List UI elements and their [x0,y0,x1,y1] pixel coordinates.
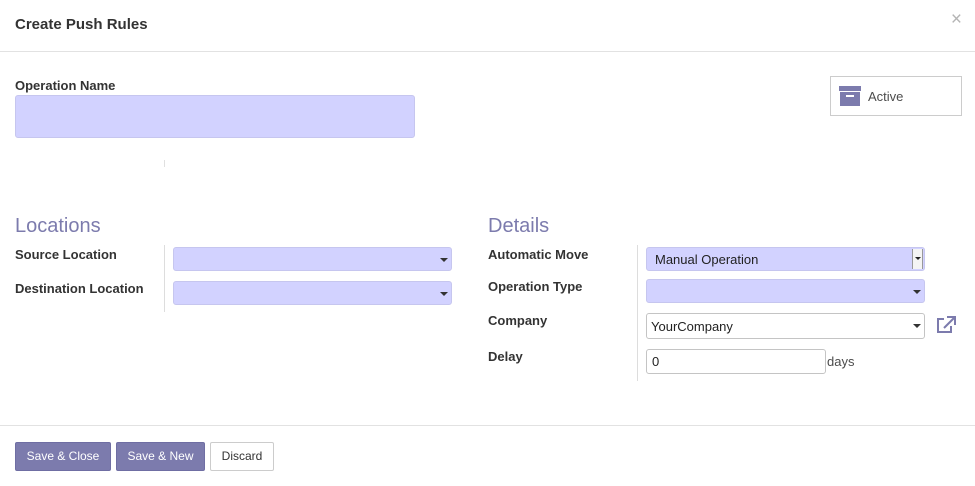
chevron-down-icon [440,258,448,262]
source-location-label: Source Location [15,247,117,262]
details-divider [637,245,638,381]
delay-label: Delay [488,349,523,364]
operation-type-select[interactable] [646,279,925,303]
delay-value: 0 [652,354,660,369]
chevron-down-icon [913,324,921,328]
locations-heading: Locations [15,215,101,237]
operation-name-label: Operation Name [15,78,116,93]
automatic-move-label: Automatic Move [488,247,589,262]
dialog-title: Create Push Rules [15,16,148,33]
external-link-icon[interactable] [936,316,956,334]
destination-location-label: Destination Location [15,281,144,296]
dialog-header: Create Push Rules × [0,0,975,52]
destination-location-select[interactable] [173,281,452,305]
delay-input[interactable]: 0 [646,349,826,374]
close-icon[interactable]: × [951,10,962,30]
automatic-move-select[interactable]: Manual Operation [646,247,925,271]
operation-name-input[interactable] [15,95,415,138]
automatic-move-value: Manual Operation [655,252,759,267]
save-new-button[interactable]: Save & New [116,442,205,471]
locations-divider [164,245,165,312]
active-button-label: Active [868,89,904,104]
source-location-select[interactable] [173,247,452,271]
chevron-down-icon [440,292,448,296]
company-label: Company [488,313,548,328]
archive-box-icon [839,86,861,106]
discard-button[interactable]: Discard [210,442,274,471]
company-select[interactable]: YourCompany [646,313,925,339]
delay-unit: days [827,354,855,369]
save-close-button[interactable]: Save & Close [15,442,111,471]
dropdown-arrow-icon [912,249,923,269]
chevron-down-icon [913,290,921,294]
divider-stub [164,160,165,167]
company-value: YourCompany [651,319,733,334]
details-heading: Details [488,215,550,237]
active-toggle-button[interactable]: Active [830,76,962,116]
operation-type-label: Operation Type [488,279,583,294]
